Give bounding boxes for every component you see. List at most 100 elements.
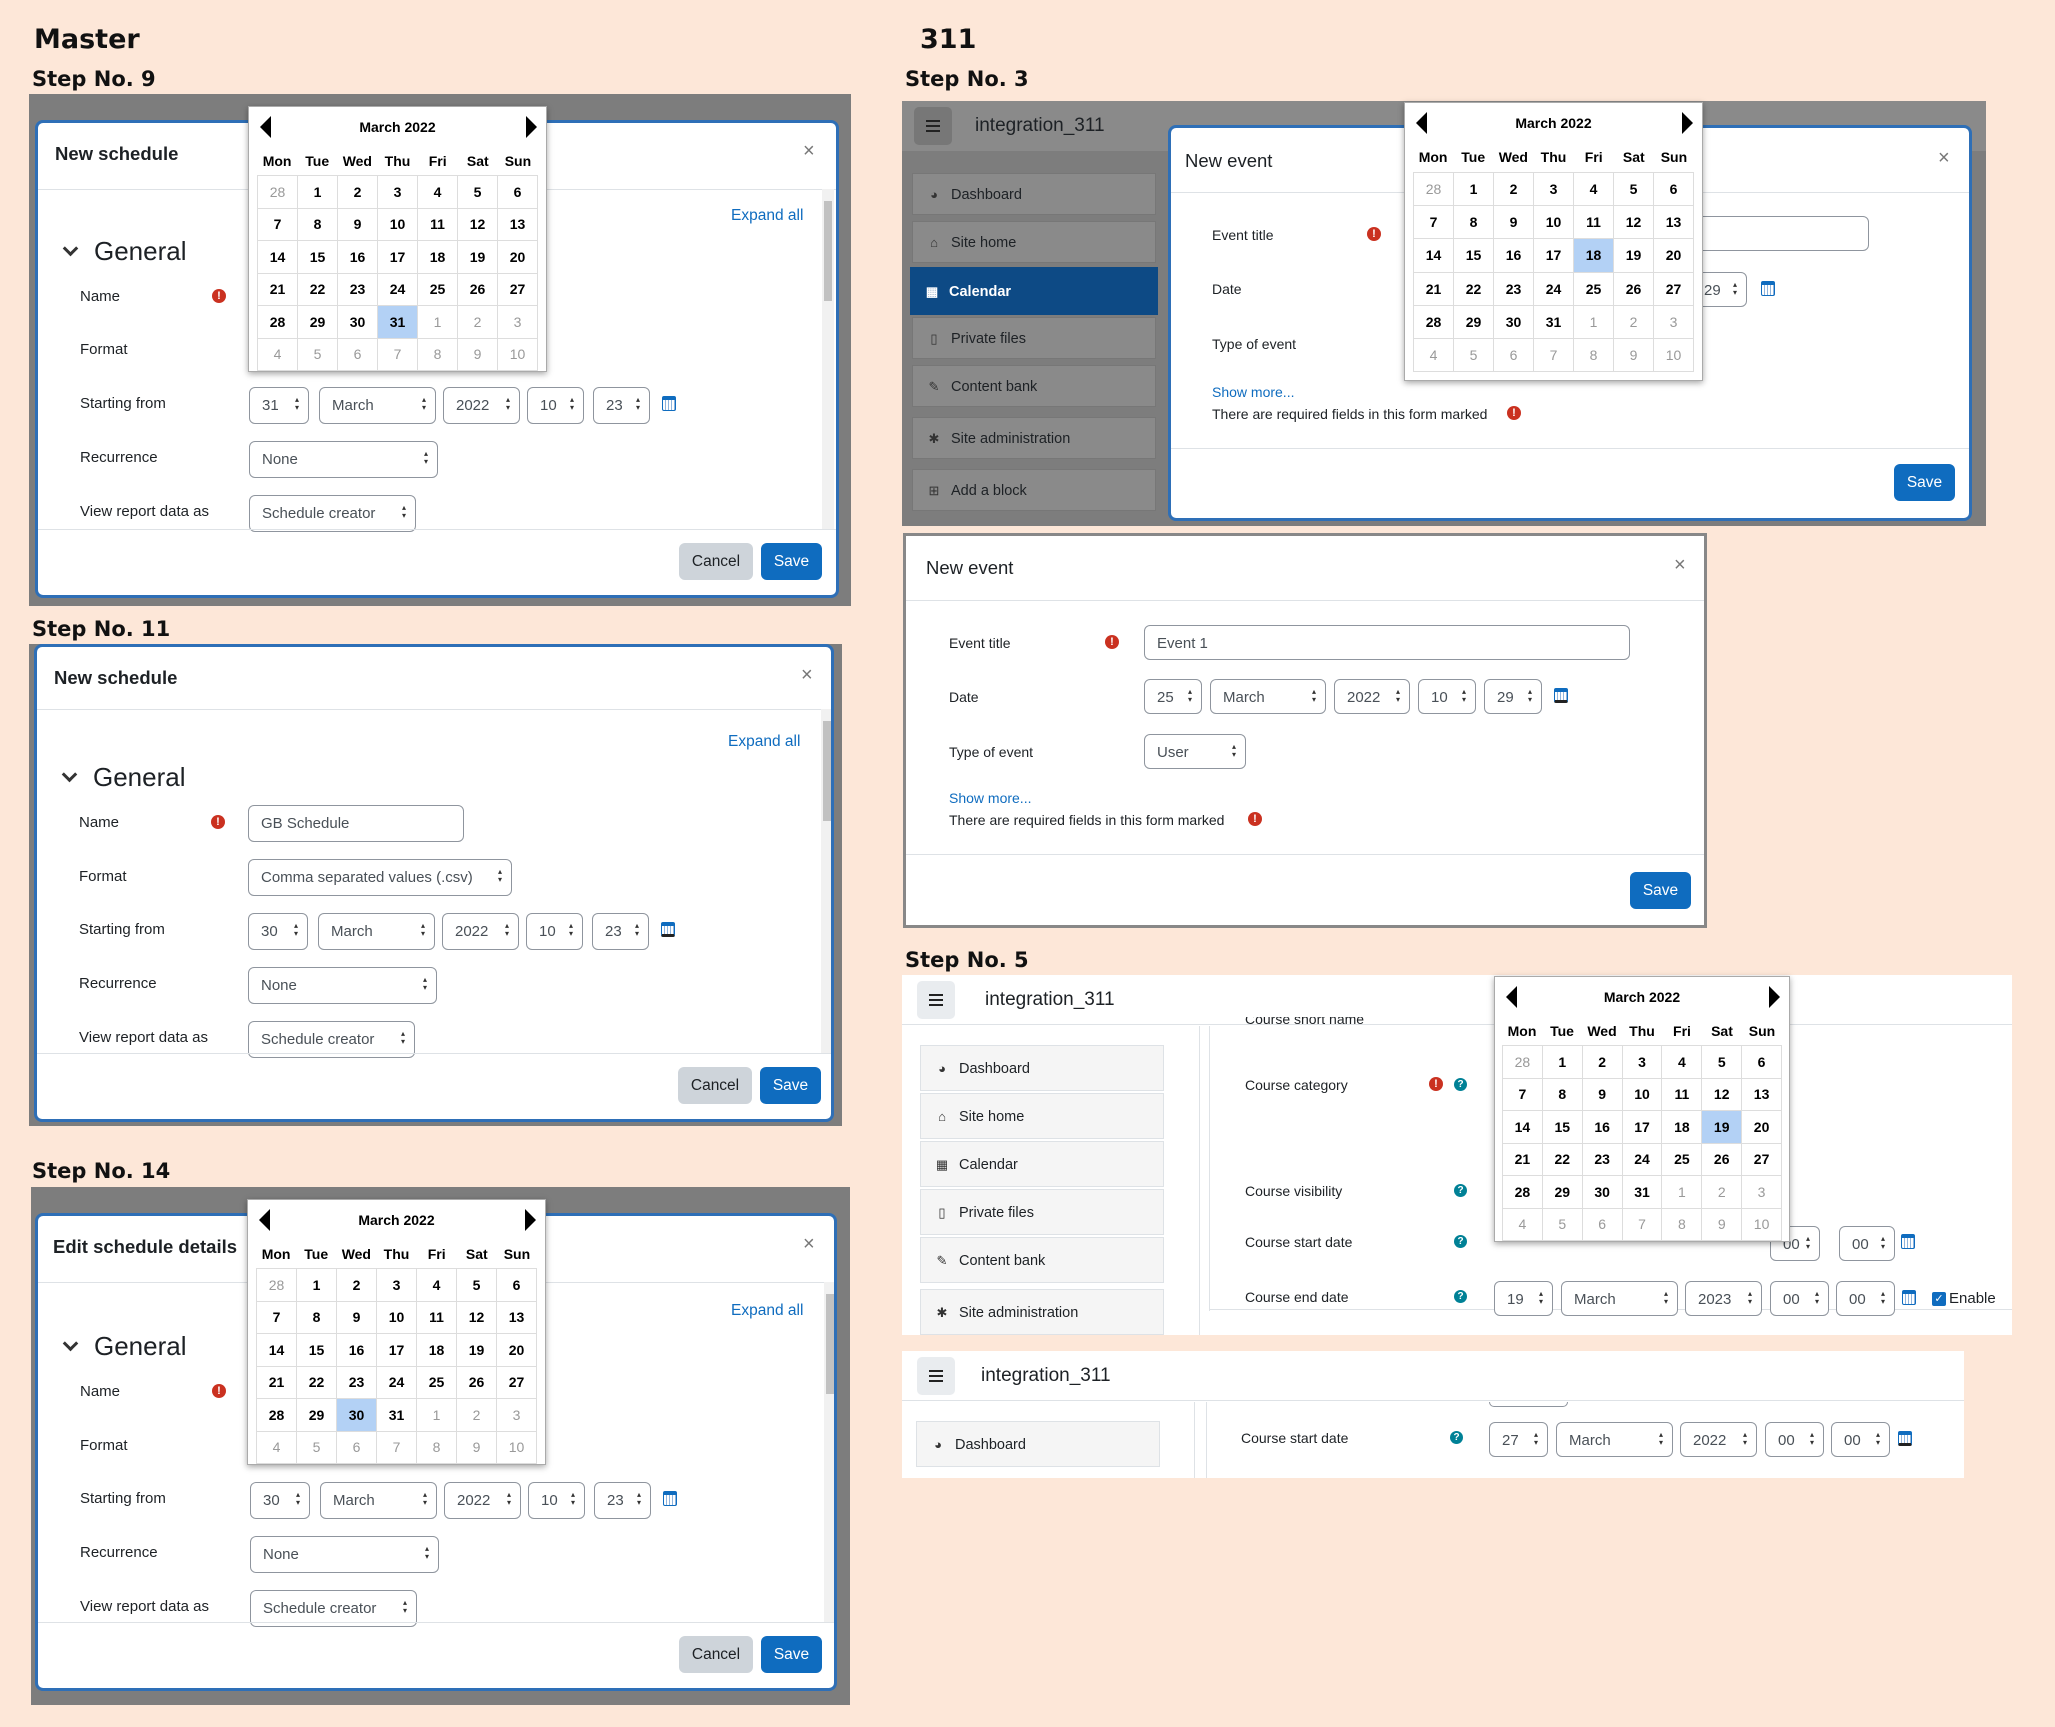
day-cell[interactable]: 25	[1574, 272, 1614, 306]
day-cell[interactable]: 25	[417, 1366, 457, 1399]
minute-select[interactable]: 23	[593, 387, 650, 424]
day-cell[interactable]: 31	[1622, 1176, 1663, 1209]
day-cell[interactable]: 6	[498, 176, 538, 209]
month-select[interactable]: March	[320, 1482, 437, 1519]
day-cell[interactable]: 17	[1622, 1111, 1663, 1144]
recurrence-select[interactable]: None	[248, 967, 437, 1004]
day-cell[interactable]: 18	[1662, 1111, 1703, 1144]
menu-toggle-icon[interactable]	[914, 107, 952, 145]
day-cell[interactable]: 11	[1574, 206, 1614, 240]
day-cell[interactable]: 23	[1494, 272, 1534, 306]
month-select[interactable]: March	[318, 913, 435, 950]
day-cell[interactable]: 26	[458, 273, 498, 306]
help-icon[interactable]: ?	[1450, 1431, 1463, 1444]
day-cell[interactable]: 6	[1654, 173, 1694, 207]
day-cell[interactable]: 17	[377, 1334, 417, 1367]
next-month-icon[interactable]	[1682, 112, 1693, 134]
day-cell[interactable]: 12	[1614, 206, 1654, 240]
event-title-input[interactable]: Event 1	[1144, 625, 1630, 660]
day-cell-other-month[interactable]: 2	[1614, 305, 1654, 339]
nav-dashboard[interactable]: ◕ Dashboard	[916, 1421, 1160, 1467]
day-cell-other-month[interactable]: 6	[1494, 338, 1534, 372]
day-cell[interactable]: 2	[338, 176, 378, 209]
day-cell[interactable]: 5	[457, 1269, 497, 1302]
day-cell[interactable]: 15	[1454, 239, 1494, 273]
year-select[interactable]: 2022	[444, 1482, 521, 1519]
day-cell[interactable]: 11	[418, 208, 458, 241]
day-select[interactable]: 30	[248, 913, 308, 950]
day-cell[interactable]: 23	[338, 273, 378, 306]
day-cell-other-month[interactable]: 8	[417, 1431, 457, 1464]
nav-private-files[interactable]: ▯ Private files	[912, 317, 1156, 359]
calendar-icon[interactable]	[1554, 688, 1568, 703]
end-minute-select[interactable]: 00	[1836, 1281, 1895, 1316]
day-cell[interactable]: 30	[1582, 1176, 1623, 1209]
day-cell[interactable]: 21	[257, 1366, 297, 1399]
scrollbar[interactable]	[824, 1282, 834, 1622]
site-brand[interactable]: integration_311	[975, 115, 1105, 137]
calendar-icon[interactable]	[662, 396, 676, 411]
day-cell[interactable]: 20	[498, 241, 538, 274]
day-cell-other-month[interactable]: 4	[1414, 338, 1454, 372]
day-cell[interactable]: 6	[1742, 1046, 1782, 1079]
expand-all-link[interactable]: Expand all	[731, 1302, 803, 1320]
day-cell-other-month[interactable]: 9	[458, 338, 498, 371]
day-cell[interactable]: 7	[257, 1301, 297, 1334]
cancel-button[interactable]: Cancel	[679, 543, 753, 580]
day-cell[interactable]: 19	[458, 241, 498, 274]
day-cell-other-month[interactable]: 1	[418, 306, 458, 339]
day-cell-other-month[interactable]: 10	[1654, 338, 1694, 372]
help-icon[interactable]: ?	[1454, 1078, 1467, 1091]
day-cell[interactable]: 22	[1542, 1143, 1583, 1176]
day-cell-other-month[interactable]: 4	[257, 1431, 297, 1464]
menu-toggle-icon[interactable]	[917, 1357, 955, 1395]
year-select[interactable]: 2022	[1334, 679, 1410, 714]
day-cell[interactable]: 5	[458, 176, 498, 209]
day-cell[interactable]: 3	[1622, 1046, 1663, 1079]
day-cell-other-month[interactable]: 28	[258, 176, 298, 209]
end-month-select[interactable]: March	[1561, 1281, 1678, 1316]
section-general[interactable]: General	[94, 1331, 187, 1362]
day-cell[interactable]: 3	[1534, 173, 1574, 207]
day-cell[interactable]: 1	[297, 1269, 337, 1302]
day-cell[interactable]: 14	[1503, 1111, 1543, 1144]
day-cell-other-month[interactable]: 6	[338, 338, 378, 371]
show-more-link[interactable]: Show more...	[1212, 384, 1294, 400]
day-cell[interactable]: 9	[1494, 206, 1534, 240]
day-cell[interactable]: 3	[377, 1269, 417, 1302]
save-button[interactable]: Save	[1894, 464, 1955, 501]
nav-site-administration[interactable]: ✱ Site administration	[912, 417, 1156, 459]
day-select[interactable]: 30	[250, 1482, 310, 1519]
next-month-icon[interactable]	[1769, 986, 1780, 1008]
end-hour-select[interactable]: 00	[1770, 1281, 1829, 1316]
end-year-select[interactable]: 2023	[1685, 1281, 1762, 1316]
day-cell[interactable]: 13	[1742, 1078, 1782, 1111]
day-cell[interactable]: 20	[1654, 239, 1694, 273]
day-cell[interactable]: 4	[1662, 1046, 1703, 1079]
site-brand[interactable]: integration_311	[985, 989, 1115, 1011]
day-cell-other-month[interactable]: 5	[297, 1431, 337, 1464]
day-cell[interactable]: 29	[1542, 1176, 1583, 1209]
chevron-down-icon[interactable]	[62, 1335, 79, 1352]
calendar-icon[interactable]	[1901, 1234, 1915, 1249]
cancel-button[interactable]: Cancel	[678, 1067, 752, 1104]
nav-calendar[interactable]: ▦ Calendar	[920, 1141, 1164, 1187]
day-cell[interactable]: 6	[497, 1269, 537, 1302]
day-cell[interactable]: 27	[497, 1366, 537, 1399]
minute-select[interactable]: 23	[594, 1482, 651, 1519]
recurrence-select[interactable]: None	[249, 441, 438, 478]
day-cell[interactable]: 20	[497, 1334, 537, 1367]
day-cell[interactable]: 4	[418, 176, 458, 209]
hour-select[interactable]: 10	[527, 387, 584, 424]
year-select[interactable]: 2022	[443, 387, 520, 424]
day-cell[interactable]: 8	[297, 1301, 337, 1334]
day-cell[interactable]: 16	[1494, 239, 1534, 273]
day-cell[interactable]: 30	[338, 306, 378, 339]
expand-all-link[interactable]: Expand all	[728, 733, 800, 751]
format-select[interactable]: Comma separated values (.csv)	[248, 859, 512, 896]
day-cell[interactable]: 21	[1414, 272, 1454, 306]
nav-dashboard[interactable]: ◕ Dashboard	[912, 173, 1156, 215]
expand-all-link[interactable]: Expand all	[731, 207, 803, 225]
day-cell[interactable]: 2	[1494, 173, 1534, 207]
start-hour-select[interactable]: 00	[1765, 1422, 1824, 1457]
